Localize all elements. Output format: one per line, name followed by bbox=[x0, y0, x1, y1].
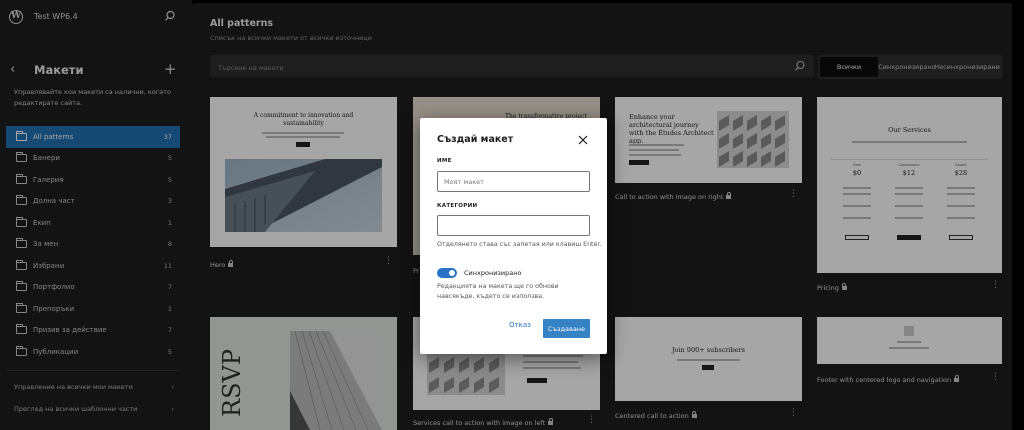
categories-field-label: Категории bbox=[437, 203, 478, 209]
categories-help-text: Отделянето става със запетая или клавиш … bbox=[437, 241, 602, 248]
sync-help-text: Редакцията на макета ще го обнови навсяк… bbox=[437, 283, 559, 300]
modal-title: Създай макет bbox=[437, 134, 514, 145]
create-button[interactable]: Създаване bbox=[543, 319, 590, 338]
cancel-button[interactable]: Отказ bbox=[509, 321, 531, 329]
sync-toggle[interactable] bbox=[437, 268, 457, 278]
pattern-name-input[interactable] bbox=[437, 171, 590, 192]
pattern-categories-input[interactable] bbox=[437, 215, 590, 236]
sync-toggle-label: Синхронизирано bbox=[464, 269, 522, 277]
name-field-label: Име bbox=[437, 158, 452, 164]
create-pattern-modal: Създай макет Име Категории Отделянето ст… bbox=[420, 118, 607, 354]
close-icon[interactable] bbox=[578, 135, 588, 145]
